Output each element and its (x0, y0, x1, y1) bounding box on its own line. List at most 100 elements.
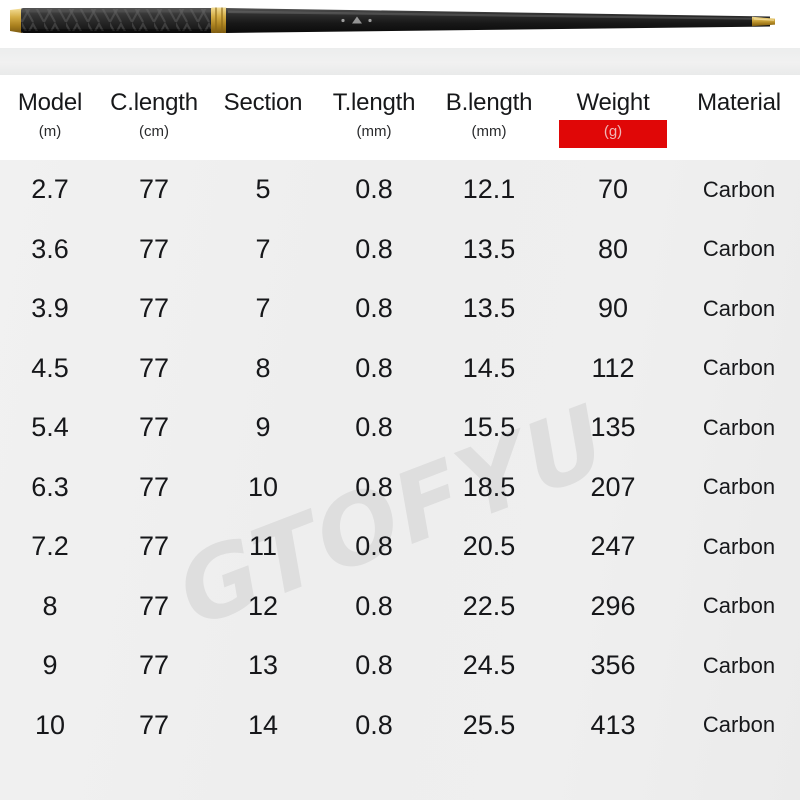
cell-clength: 77 (138, 174, 170, 205)
cell-blength: 20.5 (462, 531, 516, 562)
column-header-model: Model (m) (0, 75, 100, 140)
cell-weight: 70 (597, 174, 629, 205)
cell-section: 12 (247, 590, 279, 621)
cell-model: 9 (42, 650, 58, 681)
column-header-tlength: T.length (mm) (318, 75, 430, 140)
cell-clength: 77 (138, 531, 170, 562)
table-row: 10 77 14 0.8 25.5 413 Carbon (0, 696, 800, 756)
product-spec-page: Model (m) C.length (cm) Section T.length… (0, 0, 800, 800)
cell-tlength: 0.8 (355, 709, 393, 740)
cell-model: 6.3 (31, 471, 69, 502)
column-header-blength-label: B.length (445, 89, 533, 116)
cell-material: Carbon (702, 295, 776, 321)
spec-table-rows: 2.7 77 5 0.8 12.1 70 Carbon 3.6 77 7 0.8 13.5 80 Carb… (0, 160, 800, 755)
product-photo-band (0, 0, 800, 75)
cell-blength: 25.5 (462, 709, 516, 740)
cell-tlength: 0.8 (355, 174, 393, 205)
cell-section: 14 (247, 709, 279, 740)
cell-section: 10 (247, 471, 279, 502)
cell-tlength: 0.8 (355, 352, 393, 383)
cell-section: 7 (255, 293, 271, 324)
cell-section: 7 (255, 233, 271, 264)
cell-weight: 90 (597, 293, 629, 324)
cell-blength: 13.5 (462, 293, 516, 324)
column-header-clength: C.length (cm) (100, 75, 208, 140)
cell-model: 3.9 (31, 293, 69, 324)
table-row: 3.6 77 7 0.8 13.5 80 Carbon (0, 220, 800, 280)
fishing-rod-illustration (10, 7, 775, 33)
cell-weight: 356 (590, 650, 636, 681)
cell-weight: 135 (590, 412, 636, 443)
cell-weight: 247 (590, 531, 636, 562)
cell-tlength: 0.8 (355, 531, 393, 562)
cell-section: 8 (255, 352, 271, 383)
cell-section: 9 (255, 412, 271, 443)
cell-section: 13 (247, 650, 279, 681)
cell-clength: 77 (138, 709, 170, 740)
column-header-material: Material (678, 75, 800, 124)
table-row: 2.7 77 5 0.8 12.1 70 Carbon (0, 160, 800, 220)
cell-tlength: 0.8 (355, 471, 393, 502)
column-header-model-label: Model (17, 89, 83, 116)
cell-model: 4.5 (31, 352, 69, 383)
column-header-clength-unit: (cm) (139, 123, 169, 140)
table-row: 9 77 13 0.8 24.5 356 Carbon (0, 636, 800, 696)
cell-weight: 296 (590, 590, 636, 621)
cell-blength: 24.5 (462, 650, 516, 681)
column-header-section-label: Section (223, 89, 303, 116)
table-row: 5.4 77 9 0.8 15.5 135 Carbon (0, 398, 800, 458)
cell-material: Carbon (702, 652, 776, 678)
cell-blength: 22.5 (462, 590, 516, 621)
cell-blength: 12.1 (462, 174, 516, 205)
cell-tlength: 0.8 (355, 650, 393, 681)
cell-clength: 77 (138, 650, 170, 681)
cell-tlength: 0.8 (355, 590, 393, 621)
cell-material: Carbon (702, 176, 776, 202)
cell-tlength: 0.8 (355, 293, 393, 324)
column-header-section: Section (208, 75, 318, 124)
column-header-blength: B.length (mm) (430, 75, 548, 140)
cell-model: 3.6 (31, 233, 69, 264)
cell-material: Carbon (702, 414, 776, 440)
cell-tlength: 0.8 (355, 233, 393, 264)
cell-model: 2.7 (31, 174, 69, 205)
column-header-material-label: Material (697, 89, 781, 116)
table-row: 8 77 12 0.8 22.5 296 Carbon (0, 577, 800, 637)
fishing-rod-image (0, 0, 800, 60)
cell-model: 10 (34, 709, 66, 740)
cell-section: 11 (248, 531, 278, 562)
column-header-tlength-unit: (mm) (356, 123, 392, 140)
cell-clength: 77 (138, 233, 170, 264)
cell-clength: 77 (138, 412, 170, 443)
column-header-clength-label: C.length (110, 89, 198, 116)
cell-clength: 77 (138, 590, 170, 621)
column-header-tlength-label: T.length (332, 89, 416, 116)
cell-material: Carbon (702, 474, 776, 500)
spec-table-header: Model (m) C.length (cm) Section T.length… (0, 75, 800, 160)
cell-material: Carbon (702, 593, 776, 619)
column-header-blength-unit: (mm) (471, 123, 507, 140)
table-row: 3.9 77 7 0.8 13.5 90 Carbon (0, 279, 800, 339)
column-header-weight-label: Weight (576, 89, 650, 116)
cell-clength: 77 (138, 293, 170, 324)
table-row: 4.5 77 8 0.8 14.5 112 Carbon (0, 339, 800, 399)
cell-model: 8 (42, 590, 58, 621)
cell-weight: 413 (590, 709, 636, 740)
cell-section: 5 (255, 174, 271, 205)
table-row: 6.3 77 10 0.8 18.5 207 Carbon (0, 458, 800, 518)
cell-blength: 15.5 (462, 412, 516, 443)
cell-tlength: 0.8 (355, 412, 393, 443)
cell-model: 5.4 (31, 412, 69, 443)
spec-table-body: GTOFYU 2.7 77 5 0.8 12.1 70 Carbon 3.6 77 7 0.8 13.… (0, 160, 800, 800)
cell-clength: 77 (138, 471, 170, 502)
cell-blength: 14.5 (462, 352, 516, 383)
table-row: 7.2 77 11 0.8 20.5 247 Carbon (0, 517, 800, 577)
cell-blength: 18.5 (462, 471, 516, 502)
cell-clength: 77 (138, 352, 170, 383)
column-header-weight: Weight (g) (548, 75, 678, 148)
cell-weight: 112 (591, 352, 635, 383)
cell-blength: 13.5 (462, 233, 516, 264)
cell-model: 7.2 (31, 531, 69, 562)
column-header-weight-unit: (g) (603, 123, 623, 140)
cell-weight: 207 (590, 471, 636, 502)
